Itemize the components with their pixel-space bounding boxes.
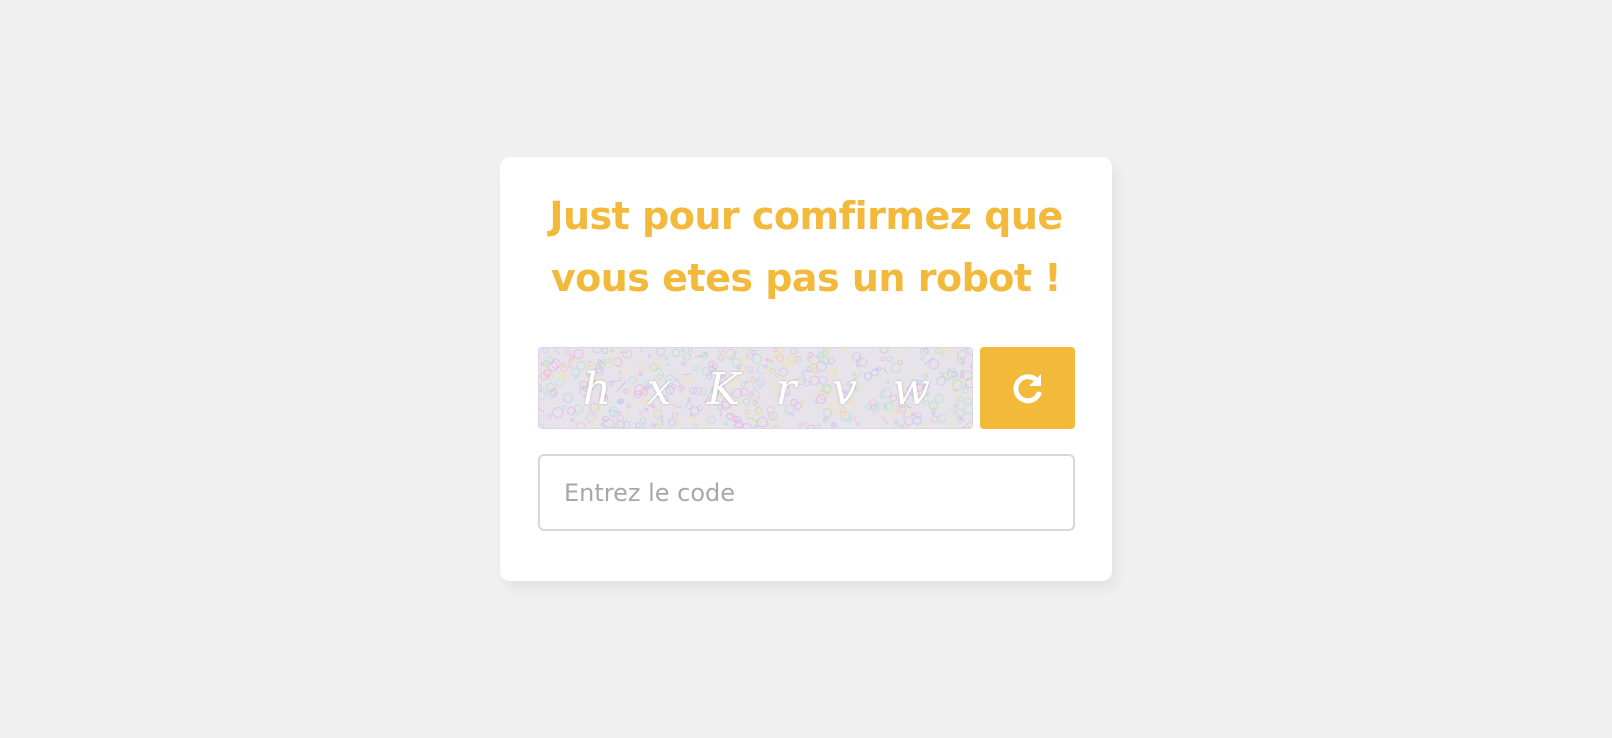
captcha-code-input[interactable] bbox=[538, 454, 1075, 531]
refresh-captcha-button[interactable] bbox=[980, 347, 1075, 429]
refresh-icon bbox=[1012, 374, 1042, 404]
captcha-text: h x K r v w bbox=[539, 348, 972, 428]
captcha-char: r bbox=[775, 363, 797, 415]
captcha-char: x bbox=[646, 363, 672, 415]
captcha-char: w bbox=[892, 363, 931, 415]
captcha-char: h bbox=[582, 363, 612, 415]
captcha-row: h x K r v w bbox=[538, 347, 1075, 429]
captcha-char: K bbox=[707, 363, 740, 415]
captcha-char: v bbox=[832, 363, 857, 415]
captcha-title: Just pour comfirmez que vous etes pas un… bbox=[549, 194, 1063, 300]
captcha-image: h x K r v w bbox=[538, 347, 973, 429]
captcha-card: Just pour comfirmez que vous etes pas un… bbox=[500, 157, 1112, 581]
